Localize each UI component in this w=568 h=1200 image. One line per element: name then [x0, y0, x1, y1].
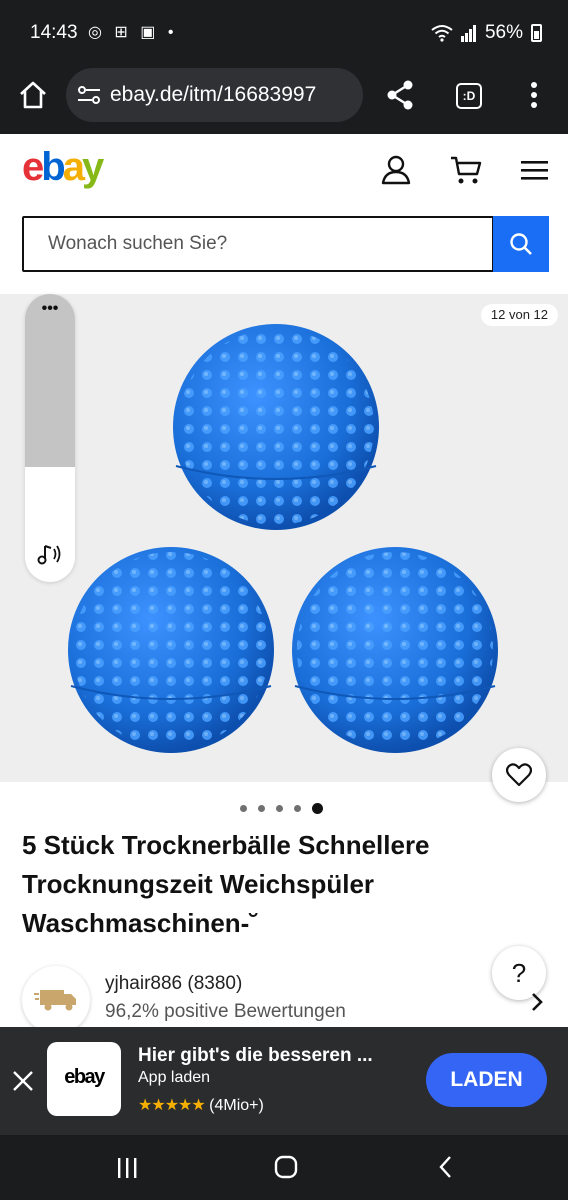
battery-icon [531, 24, 542, 42]
tab-badge: :D [462, 89, 476, 103]
banner-rating-count: (4Mio+) [209, 1097, 264, 1114]
logo-letter-e: e [22, 145, 44, 189]
sound-icon[interactable] [36, 542, 64, 566]
overflow-menu-icon[interactable] [530, 81, 538, 109]
app-install-banner: ebay Hier gibt's die besseren ... App la… [0, 1027, 568, 1135]
volume-panel[interactable]: ••• [25, 294, 75, 582]
banner-subtitle: App laden [138, 1069, 211, 1086]
logo-letter-y: y [81, 145, 104, 189]
logo-letter-b: b [41, 145, 66, 189]
hamburger-menu-icon[interactable] [521, 160, 548, 181]
volume-level[interactable] [25, 294, 75, 467]
notification-icons: ◎ ⊞ ▣ • [88, 24, 178, 41]
pagination-dot[interactable] [294, 805, 301, 812]
volume-more-button[interactable]: ••• [25, 300, 75, 318]
system-nav-bar [0, 1135, 568, 1200]
search-input[interactable]: Wonach suchen Sie? [22, 216, 494, 272]
star-rating-icon: ★★★★★ [138, 1097, 206, 1114]
pagination-dot[interactable] [240, 805, 247, 812]
chevron-right-icon[interactable] [530, 992, 544, 1012]
product-image [68, 324, 498, 753]
url-bar[interactable]: ebay.de/itm/16683997 [66, 68, 363, 122]
search-button[interactable] [493, 216, 549, 272]
banner-title: Hier gibt's die besseren ... [138, 1045, 373, 1066]
ebay-app-logo: ebay [47, 1042, 121, 1116]
dryer-ball-top [173, 324, 379, 530]
status-time: 14:43 [30, 22, 78, 43]
cart-icon[interactable] [450, 155, 482, 185]
dryer-ball-right [292, 547, 498, 753]
close-icon[interactable] [12, 1070, 34, 1092]
browser-toolbar: ebay.de/itm/16683997 :D [0, 64, 568, 134]
heart-icon [506, 763, 532, 787]
delivery-truck-icon [34, 990, 76, 1011]
pagination-dot-active[interactable] [312, 803, 323, 814]
status-right: 56% [431, 22, 542, 44]
seller-rating: 96,2% positive Bewertungen [105, 1001, 346, 1022]
wifi-icon [431, 25, 453, 42]
seller-avatar[interactable] [22, 966, 90, 1034]
site-settings-icon[interactable] [78, 85, 100, 105]
share-icon[interactable] [386, 80, 414, 110]
pagination-dot[interactable] [276, 805, 283, 812]
search-icon [510, 233, 532, 255]
home-icon[interactable] [18, 80, 48, 110]
home-button-icon[interactable] [274, 1155, 298, 1179]
watchlist-button[interactable] [492, 748, 546, 802]
product-title: 5 Stück Trocknerbälle Schnellere Trocknu… [22, 830, 430, 938]
banner-rating: ★★★★★ (4Mio+) [138, 1095, 264, 1115]
dryer-ball-left [68, 547, 274, 753]
back-icon[interactable] [438, 1155, 454, 1179]
seller-name[interactable]: yjhair886 (8380) [105, 973, 242, 995]
ebay-logo[interactable]: ebay [22, 145, 104, 190]
laden-button[interactable]: LADEN [426, 1053, 547, 1107]
gallery-pagination [240, 803, 323, 814]
battery-percent: 56% [484, 22, 523, 43]
tab-switcher-icon[interactable]: :D [456, 83, 482, 109]
recent-apps-icon[interactable] [116, 1157, 138, 1179]
url-text: ebay.de/itm/16683997 [110, 83, 317, 106]
app-logo-text: ebay [64, 1066, 105, 1088]
logo-letter-a: a [62, 145, 85, 189]
pagination-dot[interactable] [258, 805, 265, 812]
image-counter: 12 von 12 [480, 304, 558, 326]
signal-icon [460, 25, 476, 42]
user-account-icon[interactable] [381, 155, 411, 185]
product-image-gallery[interactable]: 12 von 12 ••• [0, 294, 568, 782]
status-bar: 14:43 ◎ ⊞ ▣ • 56% [0, 0, 568, 64]
search-bar: Wonach suchen Sie? [22, 216, 549, 272]
